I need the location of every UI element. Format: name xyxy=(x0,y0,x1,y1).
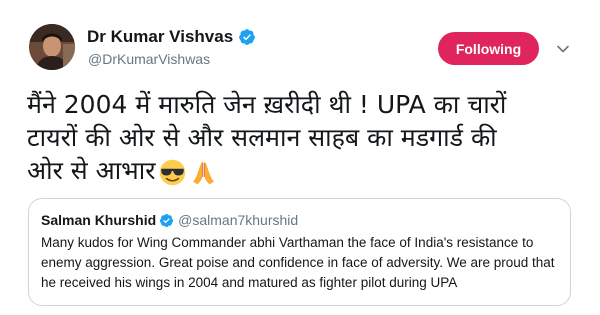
tweet-text: मैंने 2004 में मारुति जेन ख़रीदी थी ! UP… xyxy=(27,88,587,187)
tweet-text-line: ओर से आभार xyxy=(27,154,587,187)
quoted-tweet-line: he received his wings in 2004 and mature… xyxy=(41,275,458,290)
folded-hands-icon xyxy=(193,161,215,184)
tweet-text-line: मैंने 2004 में मारुति जेन ख़रीदी थी ! UP… xyxy=(27,90,507,119)
avatar[interactable] xyxy=(29,24,75,70)
author-display-name[interactable]: Dr Kumar Vishvas xyxy=(87,27,233,47)
verified-badge-icon xyxy=(239,29,256,45)
emoji-row xyxy=(159,159,221,186)
quoted-tweet[interactable]: Salman Khurshid @salman7khurshid Many ku… xyxy=(28,198,571,306)
quoted-tweet-line: Many kudos for Wing Commander abhi Varth… xyxy=(41,235,534,250)
quoted-author-handle: @salman7khurshid xyxy=(178,212,299,228)
quoted-tweet-header: Salman Khurshid @salman7khurshid xyxy=(41,211,558,229)
avatar-image xyxy=(29,24,75,70)
verified-badge-icon xyxy=(160,213,174,227)
tweet-card: Dr Kumar Vishvas @DrKumarVishwas Followi… xyxy=(0,0,600,315)
tweet-text-line-content: ओर से आभार xyxy=(27,156,156,185)
chevron-down-icon[interactable] xyxy=(556,42,570,56)
quoted-author-name: Salman Khurshid xyxy=(41,212,157,228)
smiling-face-with-sunglasses-icon xyxy=(160,159,186,185)
author-name-row: Dr Kumar Vishvas xyxy=(87,26,256,48)
quoted-tweet-line: enemy aggression. Great poise and confid… xyxy=(41,255,555,270)
author-handle[interactable]: @DrKumarVishwas xyxy=(88,51,210,67)
following-button[interactable]: Following xyxy=(438,32,539,65)
quoted-tweet-text: Many kudos for Wing Commander abhi Varth… xyxy=(41,233,558,293)
tweet-text-line: टायरों की ओर से और सलमान साहब का मडगार्ड… xyxy=(27,123,497,152)
